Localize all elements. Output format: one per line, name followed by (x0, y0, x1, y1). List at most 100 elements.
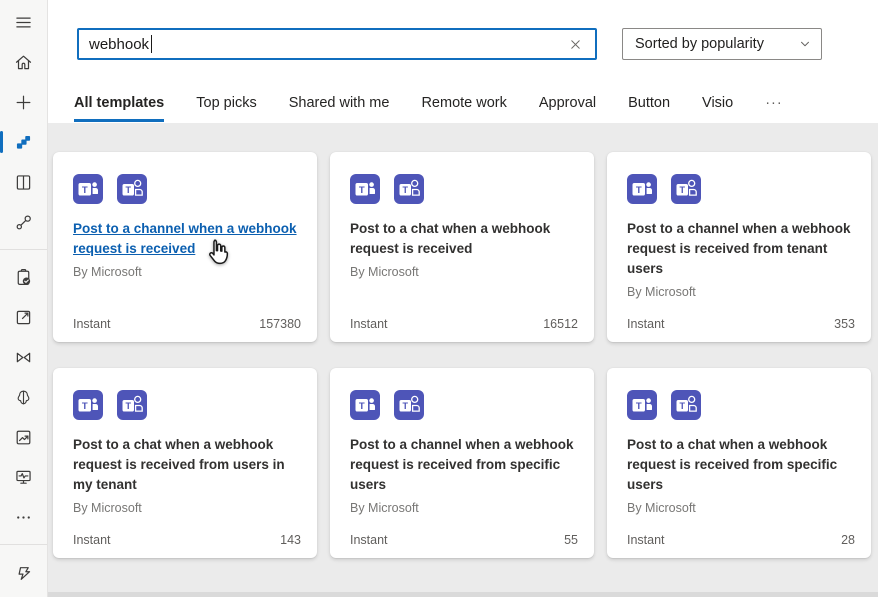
tab-shared-with-me[interactable]: Shared with me (289, 94, 390, 122)
sidebar-monitor-button[interactable] (0, 457, 47, 497)
clear-search-button[interactable] (566, 35, 585, 54)
book-icon (13, 172, 34, 193)
power-platform-icon (13, 562, 34, 583)
card-footer: Instant 353 (627, 317, 855, 331)
sidebar-menu-button[interactable] (0, 2, 47, 42)
card-service-icons (627, 174, 859, 204)
template-publisher: By Microsoft (73, 501, 305, 515)
tab-remote-work[interactable]: Remote work (421, 94, 506, 122)
template-card[interactable]: Post to a chat when a webhook request is… (607, 368, 871, 558)
sidebar-power-platform-button[interactable] (0, 552, 47, 592)
card-footer: Instant 16512 (350, 317, 578, 331)
teams-alt-icon (671, 174, 701, 204)
sidebar-divider (0, 544, 47, 545)
template-card[interactable]: Post to a channel when a webhook request… (607, 152, 871, 342)
tab-approval[interactable]: Approval (539, 94, 596, 122)
tab-visio[interactable]: Visio (702, 94, 733, 122)
template-usage-count: 157380 (259, 317, 301, 331)
template-category-tabs: All templates Top picks Shared with me Remo… (74, 94, 783, 122)
teams-icon (350, 174, 380, 204)
horizontal-scrollbar[interactable] (48, 592, 878, 597)
power-automate-templates-page: webhook Sorted by popularity All templat… (0, 0, 878, 597)
teams-icon (627, 390, 657, 420)
template-publisher: By Microsoft (350, 265, 582, 279)
tab-top-picks[interactable]: Top picks (196, 94, 256, 122)
template-card[interactable]: Post to a chat when a webhook request is… (330, 152, 594, 342)
template-title[interactable]: Post to a chat when a webhook request is… (350, 219, 582, 259)
template-type: Instant (73, 317, 111, 331)
template-type: Instant (627, 317, 665, 331)
template-card[interactable]: Post to a channel when a webhook request… (53, 152, 317, 342)
sidebar-connectors-button[interactable] (0, 202, 47, 242)
tab-all-templates[interactable]: All templates (74, 94, 164, 122)
template-card[interactable]: Post to a chat when a webhook request is… (53, 368, 317, 558)
menu-icon (13, 12, 34, 33)
bowtie-icon (13, 347, 34, 368)
clear-icon (568, 37, 583, 52)
template-type: Instant (350, 317, 388, 331)
template-usage-count: 55 (564, 533, 578, 547)
template-publisher: By Microsoft (627, 501, 859, 515)
tab-button[interactable]: Button (628, 94, 670, 122)
templates-icon (13, 132, 34, 153)
teams-alt-icon (671, 390, 701, 420)
template-card-grid: Post to a channel when a webhook request… (53, 152, 871, 558)
teams-alt-icon (394, 390, 424, 420)
template-card[interactable]: Post to a channel when a webhook request… (330, 368, 594, 558)
teams-icon (627, 174, 657, 204)
card-service-icons (73, 390, 305, 420)
card-footer: Instant 157380 (73, 317, 301, 331)
template-title[interactable]: Post to a channel when a webhook request… (73, 219, 305, 259)
sidebar-process-advisor-button[interactable] (0, 337, 47, 377)
sort-selected-value: Sorted by popularity (635, 36, 764, 52)
sidebar-ai-builder-button[interactable] (0, 377, 47, 417)
template-title[interactable]: Post to a chat when a webhook request is… (73, 435, 305, 495)
template-title[interactable]: Post to a channel when a webhook request… (627, 219, 859, 279)
template-type: Instant (627, 533, 665, 547)
app-sidebar (0, 0, 48, 597)
teams-icon (73, 174, 103, 204)
chart-trend-icon (13, 427, 34, 448)
sort-dropdown[interactable]: Sorted by popularity (622, 28, 822, 60)
teams-alt-icon (117, 390, 147, 420)
card-footer: Instant 28 (627, 533, 855, 547)
card-service-icons (350, 390, 582, 420)
sidebar-divider (0, 249, 47, 250)
template-usage-count: 28 (841, 533, 855, 547)
template-title[interactable]: Post to a chat when a webhook request is… (627, 435, 859, 495)
teams-alt-icon (394, 174, 424, 204)
page-header: webhook Sorted by popularity All templat… (48, 0, 878, 123)
card-service-icons (350, 174, 582, 204)
sidebar-home-button[interactable] (0, 42, 47, 82)
main-area: webhook Sorted by popularity All templat… (48, 0, 878, 597)
sidebar-learn-button[interactable] (0, 162, 47, 202)
plus-icon (13, 92, 34, 113)
template-title[interactable]: Post to a channel when a webhook request… (350, 435, 582, 495)
template-type: Instant (350, 533, 388, 547)
sidebar-insights-button[interactable] (0, 417, 47, 457)
card-service-icons (627, 390, 859, 420)
template-publisher: By Microsoft (73, 265, 305, 279)
search-box[interactable]: webhook (77, 28, 597, 60)
clipboard-check-icon (13, 267, 34, 288)
template-publisher: By Microsoft (627, 285, 859, 299)
text-caret (151, 35, 152, 53)
teams-alt-icon (117, 174, 147, 204)
sidebar-create-button[interactable] (0, 82, 47, 122)
card-service-icons (73, 174, 305, 204)
flow-square-icon (13, 307, 34, 328)
monitor-pulse-icon (13, 467, 34, 488)
template-usage-count: 16512 (543, 317, 578, 331)
template-type: Instant (73, 533, 111, 547)
template-publisher: By Microsoft (350, 501, 582, 515)
sidebar-my-flows-button[interactable] (0, 297, 47, 337)
sidebar-templates-button[interactable] (0, 122, 47, 162)
sidebar-action-items-button[interactable] (0, 257, 47, 297)
chevron-down-icon (798, 37, 812, 51)
brain-icon (13, 387, 34, 408)
tab-more[interactable]: ··· (765, 94, 783, 122)
content-area: Post to a channel when a webhook request… (48, 123, 878, 597)
sidebar-more-button[interactable] (0, 497, 47, 537)
search-input[interactable]: webhook (89, 36, 149, 53)
teams-icon (350, 390, 380, 420)
